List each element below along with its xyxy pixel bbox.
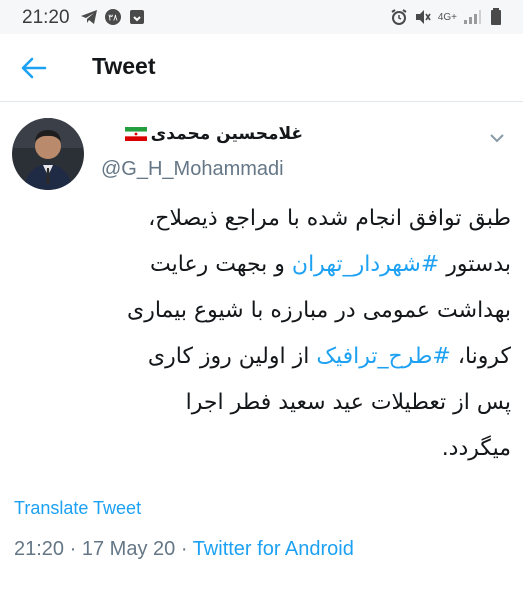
tweet-line: طبق توافق انجام شده با مراجع ذیصلاح، xyxy=(148,206,511,231)
tweet-meta: 21:20 · 17 May 20 · Twitter for Android xyxy=(14,538,354,561)
avatar[interactable] xyxy=(12,118,84,190)
page-title: Tweet xyxy=(92,53,156,79)
tweet-time: 21:20 xyxy=(14,538,65,560)
tweet-line: میگردد. xyxy=(441,436,511,461)
network-type-label: 4G+ xyxy=(437,11,457,23)
tweet-options-button[interactable] xyxy=(487,130,507,144)
notification-badge-icon: ٣٨ xyxy=(104,8,122,26)
app-header: Tweet xyxy=(0,34,523,102)
status-time: 21:20 xyxy=(22,7,70,28)
mute-icon xyxy=(414,8,432,26)
status-left-icons: ٣٨ xyxy=(80,8,146,26)
status-bar: 21:20 ٣٨ 4G+ xyxy=(0,0,523,34)
download-icon xyxy=(128,8,146,26)
tweet-line: بدستور #شهردار_تهران و بجهت رعایت xyxy=(14,242,511,288)
author-handle[interactable]: @G_H_Mohammadi xyxy=(101,158,284,181)
tweet-text-segment: و بجهت رعایت xyxy=(150,252,292,277)
tweet-text-segment: بدستور xyxy=(439,252,511,277)
tweet-line: بهداشت عمومی در مبارزه با شیوع بیماری xyxy=(127,298,511,323)
svg-text:٣٨: ٣٨ xyxy=(108,14,118,24)
battery-icon xyxy=(487,8,505,26)
alarm-icon xyxy=(390,8,408,26)
author-display-name[interactable]: غلامحسین محمدی xyxy=(151,124,303,144)
tweet-text-segment: از اولین روز کاری xyxy=(147,344,317,369)
tweet-date: 17 May 20 xyxy=(81,538,176,560)
signal-icon xyxy=(463,8,481,26)
tweet-text: طبق توافق انجام شده با مراجع ذیصلاح، بدس… xyxy=(14,196,511,472)
back-button[interactable] xyxy=(18,52,50,84)
translate-tweet-link[interactable]: Translate Tweet xyxy=(14,498,141,519)
meta-separator: · xyxy=(69,538,77,560)
tweet-text-segment: کرونا، xyxy=(450,344,511,369)
meta-separator: · xyxy=(180,538,188,560)
chevron-down-icon xyxy=(490,134,504,143)
telegram-icon xyxy=(80,8,98,26)
status-right-icons: 4G+ xyxy=(390,8,505,26)
hashtag-link[interactable]: #شهردار_تهران xyxy=(292,252,439,277)
iran-flag-icon xyxy=(124,127,147,141)
author-name-row: غلامحسین محمدی xyxy=(124,124,303,144)
arrow-left-icon xyxy=(21,57,47,79)
tweet-line: پس از تعطیلات عید سعید فطر اجرا xyxy=(185,390,511,415)
tweet-line: کرونا، #طرح_ترافیک از اولین روز کاری xyxy=(14,334,511,380)
hashtag-link[interactable]: #طرح_ترافیک xyxy=(316,344,451,369)
tweet-source-link[interactable]: Twitter for Android xyxy=(193,538,354,560)
